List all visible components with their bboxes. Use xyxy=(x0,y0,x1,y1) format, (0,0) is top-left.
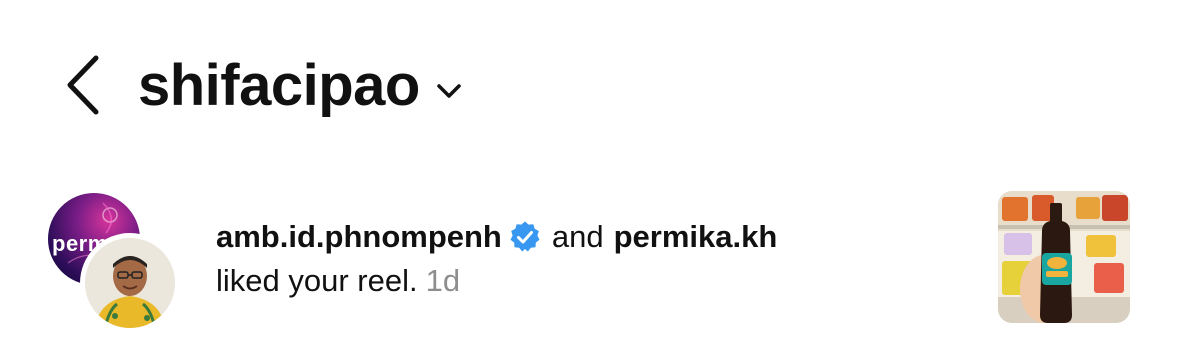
username-link[interactable]: amb.id.phnompenh xyxy=(216,215,502,259)
connector-text: and xyxy=(551,219,604,254)
page-title: shifacipao xyxy=(138,53,420,118)
notification-action: liked your reel. 1d xyxy=(216,259,976,303)
notification-users: amb.id.phnompenh and permika.kh xyxy=(216,215,976,259)
account-switcher[interactable]: shifacipao xyxy=(138,48,464,124)
avatar-ambassador xyxy=(80,233,180,333)
chevron-down-icon xyxy=(434,81,464,101)
notification-item[interactable]: perm amb.id.phnompenh and permika.kh lik… xyxy=(0,185,1178,333)
timestamp: 1d xyxy=(425,263,461,298)
reel-thumbnail[interactable] xyxy=(998,191,1130,323)
chevron-left-icon xyxy=(67,55,99,115)
username-link-2[interactable]: permika.kh xyxy=(614,215,778,259)
avatar-stack[interactable]: perm xyxy=(48,193,188,333)
top-bar: shifacipao xyxy=(0,40,1178,130)
notification-text: amb.id.phnompenh and permika.kh liked yo… xyxy=(216,215,976,303)
verified-badge-icon xyxy=(508,220,542,254)
back-button[interactable] xyxy=(58,50,108,120)
action-text: liked your reel. xyxy=(216,263,418,298)
